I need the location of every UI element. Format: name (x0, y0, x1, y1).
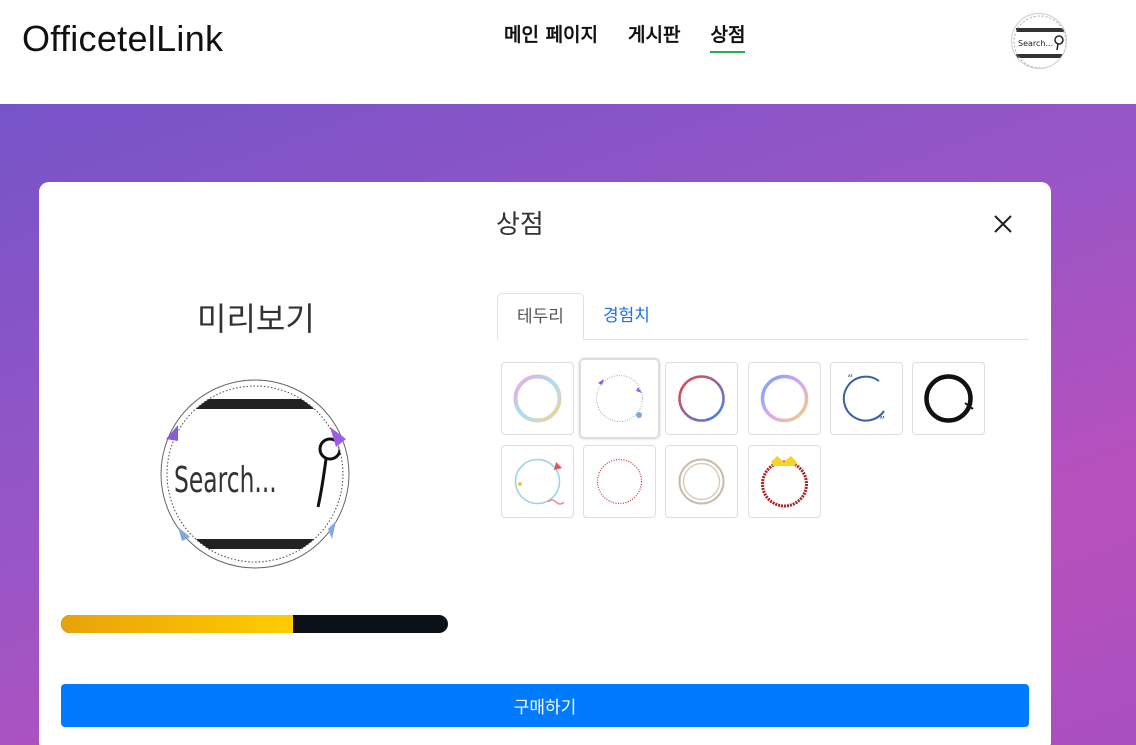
shop-modal: 상점 미리보기 Search... 테두리 경험치 “ ” 구매하기 (39, 182, 1051, 745)
quote-ring-icon: “ ” (842, 372, 885, 426)
frame-item[interactable] (501, 362, 574, 435)
frame-item[interactable] (580, 359, 659, 438)
red-blue-ring-icon (678, 375, 725, 422)
navbar: OfficetelLink 메인 페이지 게시판 상점 Search... (0, 0, 1136, 104)
svg-text:Search...: Search... (174, 460, 277, 502)
frame-item[interactable] (665, 445, 738, 518)
experience-progress-fill (61, 615, 294, 633)
experience-progress-bar (61, 615, 448, 633)
blue-yellow-ring-icon (760, 374, 809, 423)
tab-frame[interactable]: 테두리 (497, 293, 584, 340)
nav-link-board[interactable]: 게시판 (628, 20, 680, 53)
buy-button[interactable]: 구매하기 (61, 684, 1029, 727)
ink-brush-ring-icon (924, 374, 974, 423)
frame-item[interactable] (501, 445, 574, 518)
frame-item[interactable] (912, 362, 985, 435)
frame-item[interactable] (583, 445, 656, 518)
avatar-search-image: Search... (1013, 15, 1066, 68)
preview-title: 미리보기 (197, 300, 315, 338)
frame-item[interactable] (748, 445, 821, 518)
tab-experience[interactable]: 경험치 (603, 293, 650, 340)
close-icon[interactable] (991, 212, 1015, 236)
nav-links: 메인 페이지 게시판 상점 (504, 20, 775, 53)
arrow-triangle-ring-icon (596, 375, 643, 422)
frame-item[interactable] (665, 362, 738, 435)
nav-link-main[interactable]: 메인 페이지 (504, 20, 598, 53)
svg-text:Search...: Search... (1018, 39, 1053, 48)
modal-title: 상점 (496, 210, 544, 240)
svg-text:“: “ (847, 372, 853, 386)
double-beige-ring-icon (678, 458, 725, 505)
user-avatar[interactable]: Search... (1011, 13, 1067, 69)
frame-item[interactable] (748, 362, 821, 435)
crown-red-ring-icon (761, 456, 808, 508)
svg-text:”: ” (879, 414, 885, 426)
cute-arrow-ring-icon (514, 458, 565, 505)
dotted-red-ring-icon (596, 458, 643, 505)
brand-logo[interactable]: OfficetelLink (22, 18, 223, 60)
pastel-gradient-ring-icon (513, 374, 562, 423)
shop-tabs: 테두리 경험치 (497, 293, 1029, 340)
nav-link-shop[interactable]: 상점 (710, 20, 746, 53)
preview-avatar: Search... (160, 379, 350, 569)
frame-item[interactable]: “ ” (830, 362, 903, 435)
